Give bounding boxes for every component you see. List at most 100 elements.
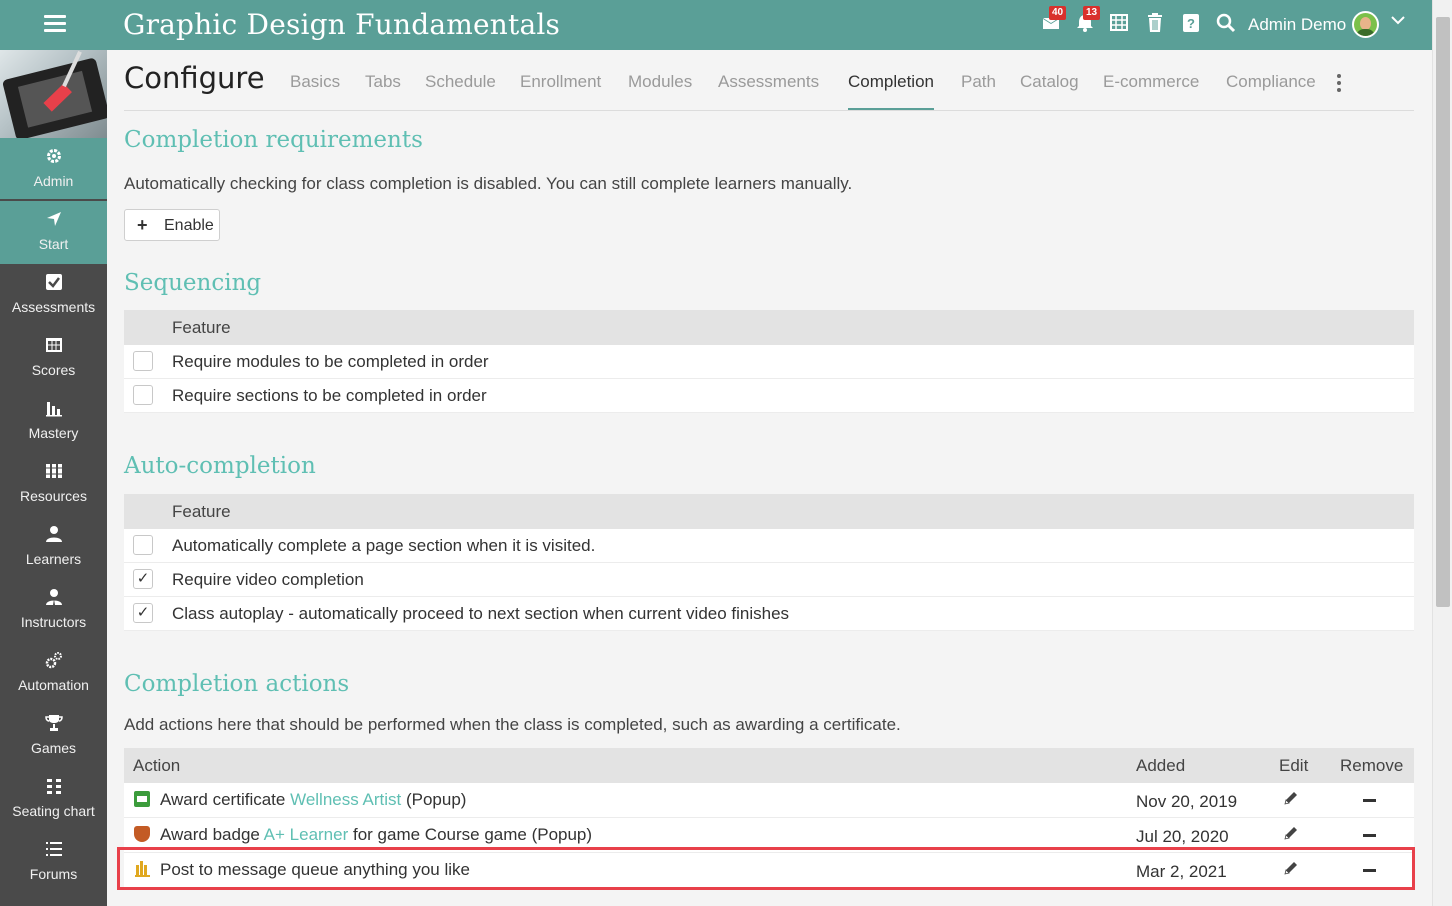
sidebar-item-automation[interactable]: Automation <box>0 642 107 705</box>
tab-enrollment[interactable]: Enrollment <box>520 72 601 111</box>
sidebar-item-start[interactable]: Start <box>0 201 107 264</box>
column-header-added: Added <box>1136 756 1186 775</box>
more-vertical-icon[interactable] <box>1337 74 1343 94</box>
auto-complete-page-section-checkbox[interactable] <box>133 535 153 555</box>
require-video-completion-checkbox[interactable]: ✓ <box>133 569 153 589</box>
scrollbar[interactable] <box>1432 0 1452 906</box>
tab-modules[interactable]: Modules <box>628 72 692 111</box>
sidebar-item-admin[interactable]: Admin <box>0 138 107 201</box>
table-header: Feature <box>124 494 1414 529</box>
table-row: Require sections to be completed in orde… <box>124 379 1414 413</box>
trash-icon[interactable] <box>1144 13 1166 35</box>
tab-e-commerce[interactable]: E-commerce <box>1103 72 1199 111</box>
table-header: Feature <box>124 310 1414 345</box>
pencil-icon[interactable] <box>1282 789 1300 812</box>
completion-actions-description: Add actions here that should be performe… <box>124 715 901 734</box>
remove-button[interactable] <box>1363 834 1376 837</box>
feature-label: Class autoplay - automatically proceed t… <box>172 604 790 623</box>
column-header-feature: Feature <box>172 502 231 521</box>
feature-label: Require video completion <box>172 570 364 589</box>
course-thumbnail[interactable] <box>0 50 107 138</box>
search-icon[interactable] <box>1215 13 1237 35</box>
sidebar-item-label: Games <box>30 740 77 756</box>
added-date: Nov 20, 2019 <box>1136 792 1238 811</box>
table-row: Award certificate Wellness Artist (Popup… <box>124 783 1414 818</box>
sidebar-item-label: Start <box>38 236 69 252</box>
grid-icon <box>44 777 64 797</box>
checkmark-icon: ✓ <box>136 570 150 587</box>
table-row: Automatically complete a page section wh… <box>124 529 1414 563</box>
checkmark-icon: ✓ <box>136 604 150 621</box>
table-header: Action Added Edit Remove <box>124 748 1414 783</box>
tab-schedule[interactable]: Schedule <box>425 72 496 111</box>
tab-path[interactable]: Path <box>961 72 996 111</box>
tab-assessments[interactable]: Assessments <box>718 72 819 111</box>
badge-link[interactable]: A+ Learner <box>264 825 349 844</box>
table-row: ✓ Require video completion <box>124 563 1414 597</box>
sidebar-item-label: Assessments <box>11 299 96 315</box>
action-suffix: (Popup) <box>401 790 467 809</box>
completion-actions-heading: Completion actions <box>124 671 350 697</box>
feature-label: Require modules to be completed in order <box>172 352 489 371</box>
enable-button[interactable]: + Enable <box>124 209 220 241</box>
sidebar: Admin Start Assessments Scores Mastery R… <box>0 50 107 906</box>
added-date: Jul 20, 2020 <box>1136 827 1229 846</box>
pencil-icon[interactable] <box>1282 824 1300 847</box>
table-row: ✓ Class autoplay - automatically proceed… <box>124 597 1414 631</box>
messages-icon[interactable]: 40 <box>1040 6 1067 35</box>
checkbox-icon <box>44 273 64 293</box>
certificate-icon <box>134 791 150 807</box>
sequencing-heading: Sequencing <box>124 270 262 296</box>
help-icon[interactable]: ? <box>1180 13 1202 35</box>
gear-icon <box>44 147 64 167</box>
plus-icon: + <box>137 215 148 235</box>
hamburger-menu-icon[interactable] <box>44 15 66 33</box>
feature-label: Require sections to be completed in orde… <box>172 386 487 405</box>
notifications-badge: 13 <box>1083 6 1101 20</box>
sidebar-item-forums[interactable]: Forums <box>0 831 107 894</box>
require-sections-order-checkbox[interactable] <box>133 385 153 405</box>
completion-requirements-heading: Completion requirements <box>124 127 423 153</box>
notifications-icon[interactable]: 13 <box>1074 6 1101 35</box>
sidebar-item-games[interactable]: Games <box>0 705 107 768</box>
sidebar-item-assessments[interactable]: Assessments <box>0 264 107 327</box>
tab-completion[interactable]: Completion <box>848 72 934 111</box>
tabs-divider <box>124 110 1414 111</box>
books-icon <box>44 462 64 482</box>
class-autoplay-checkbox[interactable]: ✓ <box>133 603 153 623</box>
svg-text:?: ? <box>1187 16 1195 31</box>
sidebar-item-learners[interactable]: Learners <box>0 516 107 579</box>
top-bar: Graphic Design Fundamentals 40 13 ? Admi… <box>0 0 1452 50</box>
tab-tabs[interactable]: Tabs <box>365 72 401 111</box>
sidebar-item-mastery[interactable]: Mastery <box>0 390 107 453</box>
require-modules-order-checkbox[interactable] <box>133 351 153 371</box>
chevron-down-icon[interactable] <box>1390 12 1406 33</box>
sidebar-item-label: Resources <box>20 488 87 504</box>
sidebar-item-label: Admin <box>33 173 74 189</box>
remove-button[interactable] <box>1363 799 1376 802</box>
sidebar-item-instructors[interactable]: Instructors <box>0 579 107 642</box>
sidebar-item-seating-chart[interactable]: Seating chart <box>0 768 107 831</box>
tab-catalog[interactable]: Catalog <box>1020 72 1079 111</box>
course-title[interactable]: Graphic Design Fundamentals <box>123 8 560 41</box>
certificate-link[interactable]: Wellness Artist <box>290 790 401 809</box>
avatar[interactable] <box>1352 11 1379 38</box>
column-header-edit: Edit <box>1279 756 1309 775</box>
sidebar-item-resources[interactable]: Resources <box>0 453 107 516</box>
action-prefix: Award certificate <box>160 790 291 809</box>
user-name[interactable]: Admin Demo <box>1248 15 1346 35</box>
tab-compliance[interactable]: Compliance <box>1226 72 1316 111</box>
user-icon <box>44 525 64 545</box>
gears-icon <box>44 651 64 671</box>
bar-chart-icon <box>44 399 64 419</box>
action-description: Award certificate Wellness Artist (Popup… <box>160 790 466 810</box>
action-suffix: for game Course game (Popup) <box>348 825 593 844</box>
scrollbar-thumb[interactable] <box>1436 17 1450 607</box>
instructor-icon <box>44 588 64 608</box>
calendar-icon[interactable] <box>1108 13 1130 35</box>
column-header-action: Action <box>133 756 181 775</box>
trophy-icon <box>44 714 64 734</box>
tab-basics[interactable]: Basics <box>290 72 340 111</box>
sidebar-item-scores[interactable]: Scores <box>0 327 107 390</box>
location-arrow-icon <box>44 210 64 230</box>
